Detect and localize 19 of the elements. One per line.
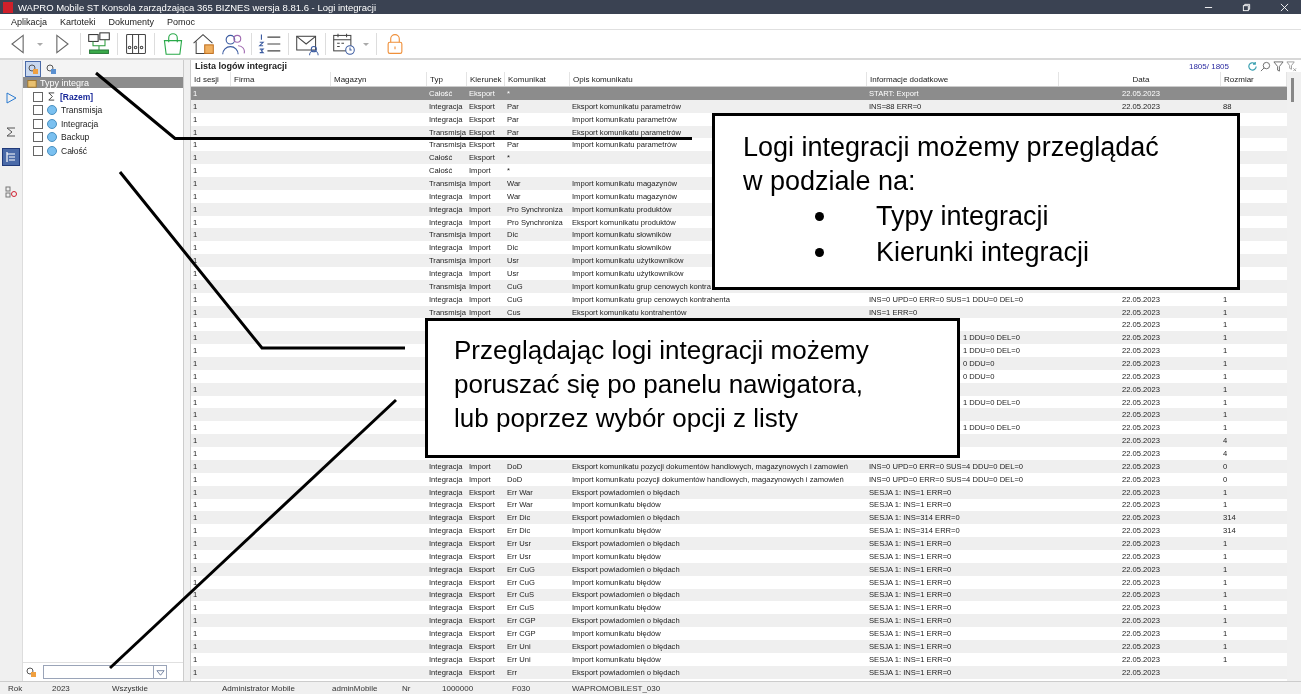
status-text: 2023 <box>52 683 71 693</box>
status-text: Nr <box>402 683 412 693</box>
panel-title: Lista logów integracji <box>195 61 287 71</box>
status-text: F030 <box>512 683 532 693</box>
record-count: 1805/ 1805 <box>1188 61 1229 71</box>
callout-text: Przeglądając logi integracji możemy <box>454 334 870 367</box>
callout-bullet-text: Kierunki integracji <box>876 236 1090 268</box>
status-text: Administrator Mobile <box>222 683 296 693</box>
callout-text: w podziale na: <box>743 165 917 198</box>
panel-title: Typy integra <box>40 77 90 88</box>
status-text: Wszystkie <box>112 683 149 693</box>
status-text: WAPROMOBILEST_030 <box>572 683 662 693</box>
callout-bullet-text: Typy integracji <box>876 200 1049 232</box>
window-title: WAPRO Mobile ST Konsola zarządzająca 365 BIZNES wersja 8.81.6 - Logi integracji <box>18 1 376 13</box>
callout-text: Logi integracji możemy przeglądać <box>743 131 1160 164</box>
callout-text: lub poprzez wybór opcji z listy <box>454 402 799 435</box>
status-text: 1000000 <box>442 683 475 693</box>
status-text: adminMobile <box>332 683 379 693</box>
status-text: Rok <box>8 683 24 693</box>
